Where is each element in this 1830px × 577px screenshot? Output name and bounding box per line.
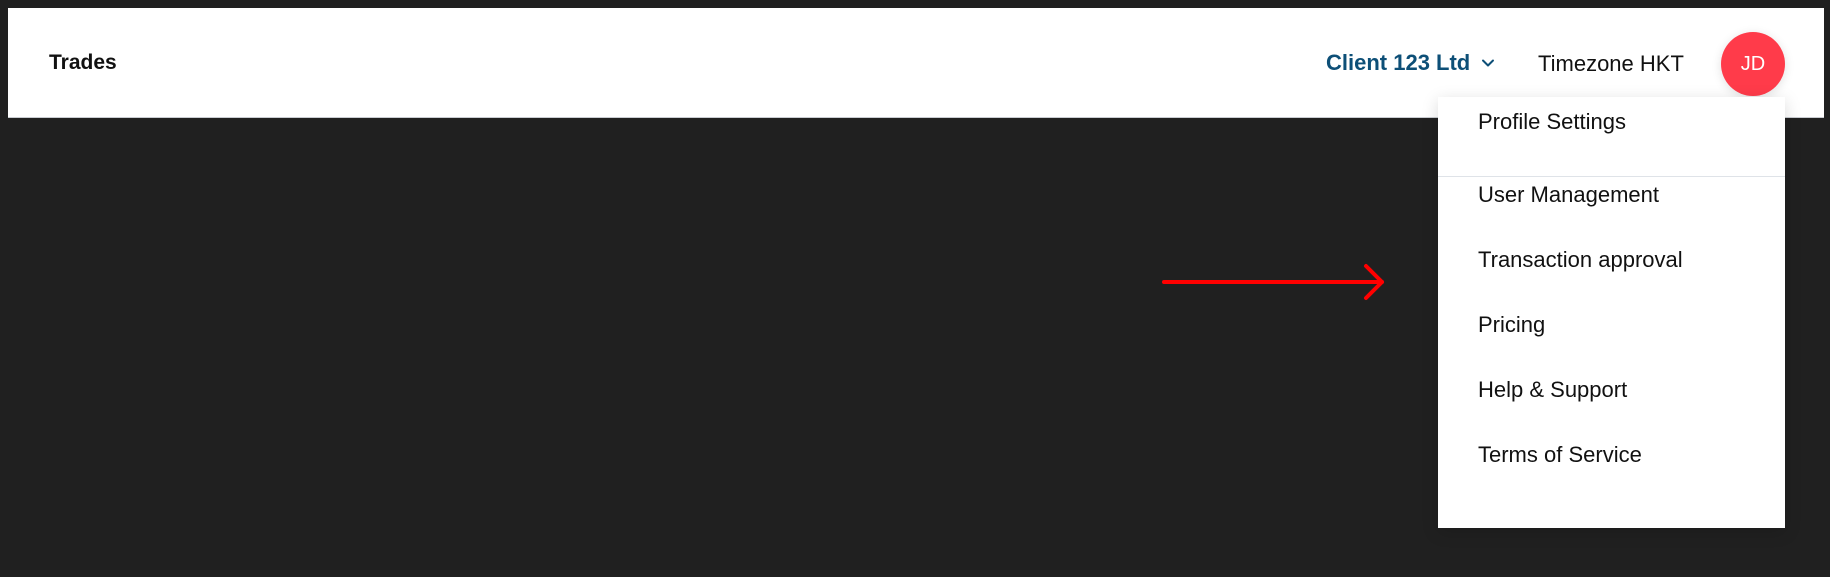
- menu-divider: [1438, 176, 1785, 177]
- client-selector-dropdown[interactable]: Client 123 Ltd: [1326, 50, 1496, 76]
- menu-item-profile-settings[interactable]: Profile Settings: [1478, 109, 1626, 135]
- menu-item-pricing[interactable]: Pricing: [1478, 312, 1545, 338]
- menu-item-transaction-approval[interactable]: Transaction approval: [1478, 247, 1683, 273]
- arrow-right-icon: [1160, 262, 1390, 302]
- menu-item-user-management[interactable]: User Management: [1478, 182, 1659, 208]
- timezone-label[interactable]: Timezone HKT: [1538, 51, 1684, 77]
- user-avatar-button[interactable]: JD: [1721, 32, 1785, 96]
- client-name: Client 123 Ltd: [1326, 50, 1471, 75]
- page-title: Trades: [49, 51, 117, 74]
- user-menu-dropdown: Profile Settings User Management Transac…: [1438, 97, 1785, 528]
- menu-item-terms-of-service[interactable]: Terms of Service: [1478, 442, 1642, 468]
- chevron-down-icon: [1480, 55, 1496, 71]
- avatar-initials: JD: [1740, 52, 1766, 75]
- menu-item-help-support[interactable]: Help & Support: [1478, 377, 1627, 403]
